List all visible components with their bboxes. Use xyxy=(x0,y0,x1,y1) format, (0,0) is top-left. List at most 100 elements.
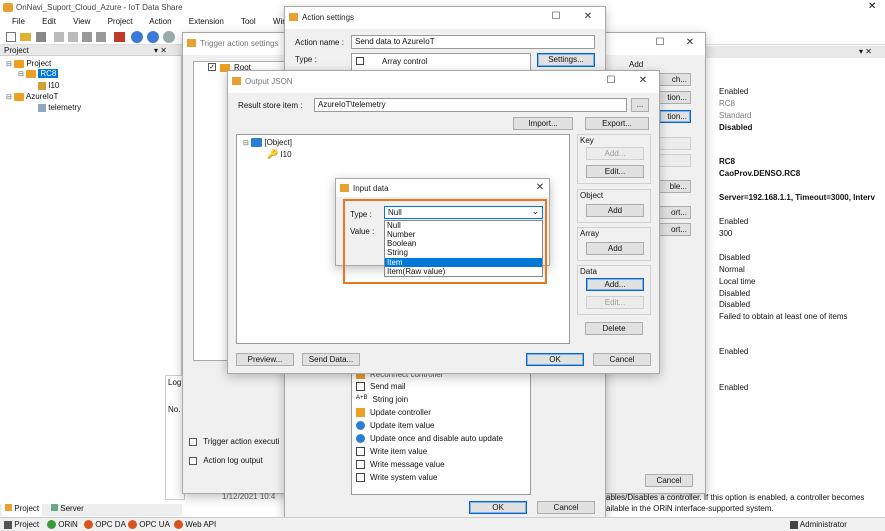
menu-view[interactable]: View xyxy=(73,17,90,26)
export-button[interactable]: Export... xyxy=(585,117,649,130)
cut-icon[interactable] xyxy=(54,32,64,42)
partial-button[interactable]: ble... xyxy=(659,180,691,193)
action-name-input[interactable]: Send data to AzureIoT xyxy=(351,35,595,49)
stop-icon[interactable] xyxy=(147,31,159,43)
checkbox[interactable] xyxy=(189,456,197,465)
save-icon[interactable] xyxy=(36,32,46,42)
menu-extension[interactable]: Extension xyxy=(189,17,224,26)
tab-project[interactable]: Project xyxy=(2,504,43,516)
check-icon xyxy=(47,520,56,530)
user-icon xyxy=(790,520,798,529)
array-group-label: Array xyxy=(580,229,600,238)
delete-icon[interactable] xyxy=(96,32,106,42)
update-item-icon xyxy=(356,421,365,431)
list-item-label: Update item value xyxy=(370,421,435,430)
key-edit-button[interactable]: Edit... xyxy=(586,165,644,178)
tree-node-item[interactable]: 🔑 I10 xyxy=(267,149,292,160)
maximize-icon[interactable]: ☐ xyxy=(653,37,667,49)
partial-button[interactable]: ort... xyxy=(659,223,691,236)
paste-icon[interactable] xyxy=(82,32,92,42)
project-tab-icon xyxy=(5,504,12,511)
menu-edit[interactable]: Edit xyxy=(42,17,56,26)
object-icon xyxy=(251,138,263,148)
list-item[interactable]: Update controller xyxy=(356,408,431,418)
project-panel-title: Project xyxy=(4,46,29,55)
output-cancel-button[interactable]: Cancel xyxy=(593,353,651,366)
tree-item-project[interactable]: ⊟ Project xyxy=(6,59,51,68)
list-item-label: Send mail xyxy=(370,382,406,391)
collapse-icon[interactable]: ⊟ xyxy=(6,61,12,68)
output-titlebar: Output JSON ☐ ✕ xyxy=(228,71,659,93)
send-data-button[interactable]: Send Data... xyxy=(302,353,360,366)
tree-item-i10[interactable]: I10 xyxy=(38,81,59,90)
input-title: Input data xyxy=(353,184,389,193)
settings-button[interactable]: Settings... xyxy=(537,53,595,67)
partial-button[interactable]: tion... xyxy=(659,91,691,104)
tree-item-azureiot[interactable]: ⊟ AzureIoT xyxy=(6,92,58,101)
close-icon[interactable]: ✕ xyxy=(581,11,595,23)
panel-pin-icon[interactable]: ▾ ✕ xyxy=(154,46,167,55)
list-item[interactable]: Send mail xyxy=(356,382,406,392)
collapse-icon[interactable]: ⊟ xyxy=(6,94,12,101)
tree-item-telemetry[interactable]: telemetry xyxy=(38,103,81,112)
root-checkbox[interactable]: ✓ xyxy=(208,63,216,71)
close-icon[interactable]: ✕ xyxy=(868,1,876,12)
new-icon[interactable] xyxy=(6,32,16,42)
partial-button[interactable]: tion... xyxy=(659,110,691,123)
partial-button[interactable]: ort... xyxy=(659,206,691,219)
result-store-label: Result store item : xyxy=(238,101,303,110)
update-controller-icon xyxy=(356,408,365,418)
list-item[interactable]: Write item value xyxy=(356,447,427,457)
maximize-icon[interactable]: ☐ xyxy=(549,11,563,23)
trigger-cancel-button[interactable]: Cancel xyxy=(645,474,693,487)
close-icon[interactable]: ✕ xyxy=(533,182,547,194)
collapse-icon[interactable]: ⊟ xyxy=(18,71,24,78)
panel-pin-icon[interactable]: ▾ ✕ xyxy=(859,47,872,56)
data-edit-button: Edit... xyxy=(586,296,644,309)
maximize-icon[interactable]: ☐ xyxy=(604,75,618,87)
list-item-label: Write message value xyxy=(370,460,445,469)
list-item[interactable]: Update once and disable auto update xyxy=(356,434,503,444)
list-item[interactable]: A+B String join xyxy=(356,395,408,404)
copy-icon[interactable] xyxy=(68,32,78,42)
list-item[interactable]: Update item value xyxy=(356,421,435,431)
trigger-exec-row[interactable]: Trigger action executi xyxy=(189,437,279,446)
import-button[interactable]: Import... xyxy=(513,117,573,130)
menu-project[interactable]: Project xyxy=(108,17,133,26)
run-icon[interactable] xyxy=(131,31,143,43)
list-item[interactable]: Write system value xyxy=(356,473,437,483)
mail-icon xyxy=(356,382,365,392)
menu-tool[interactable]: Tool xyxy=(241,17,256,26)
array-add-button[interactable]: Add xyxy=(586,242,644,255)
list-item[interactable]: Write message value xyxy=(356,460,445,470)
action-cancel-button[interactable]: Cancel xyxy=(537,501,595,514)
pause-icon[interactable] xyxy=(163,31,175,43)
delete-button[interactable]: Delete xyxy=(585,322,643,335)
action-ok-button[interactable]: OK xyxy=(469,501,527,514)
open-icon[interactable] xyxy=(20,33,31,41)
item-icon xyxy=(38,81,46,90)
object-add-button[interactable]: Add xyxy=(586,204,644,217)
output-ok-button[interactable]: OK xyxy=(526,353,584,366)
data-add-button[interactable]: Add... xyxy=(586,278,644,291)
tree-item-rc8[interactable]: ⊟ RC8 xyxy=(18,69,59,78)
collapse-icon[interactable]: ⊟ xyxy=(243,140,249,147)
log-tab[interactable]: Log xyxy=(168,378,181,387)
tab-server[interactable]: Server xyxy=(48,504,87,516)
close-icon[interactable]: ✕ xyxy=(683,37,697,49)
preview-button[interactable]: Preview... xyxy=(236,353,294,366)
menu-action[interactable]: Action xyxy=(149,17,171,26)
menu-file[interactable]: File xyxy=(12,17,25,26)
object-group-label: Object xyxy=(580,191,604,200)
main-title: OnNavi_Suport_Cloud_Azure - IoT Data Sha… xyxy=(16,3,183,12)
result-store-input[interactable]: AzureIoT\telemetry xyxy=(314,98,627,112)
action-titlebar: Action settings ☐ ✕ xyxy=(285,7,605,29)
log-date-fragment: 1/12/2021 10:4 xyxy=(222,492,276,501)
partial-button[interactable]: ch... xyxy=(659,73,691,86)
toolbox-icon[interactable] xyxy=(114,32,125,42)
tree-node-object[interactable]: ⊟ [Object] xyxy=(243,138,292,148)
checkbox[interactable] xyxy=(189,437,197,446)
browse-button[interactable]: ... xyxy=(631,98,649,112)
action-log-row[interactable]: Action log output xyxy=(189,456,263,465)
close-icon[interactable]: ✕ xyxy=(636,75,650,87)
